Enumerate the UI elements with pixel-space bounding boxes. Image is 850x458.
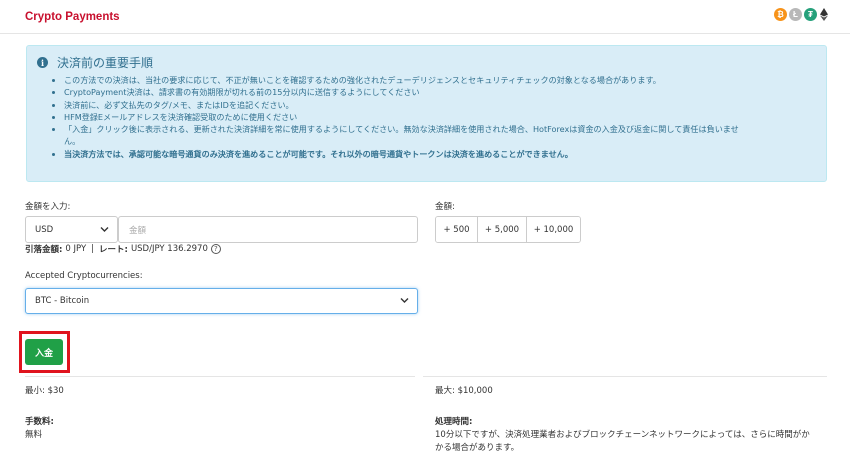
notice-item: 当決済方法では、承認可能な暗号通貨のみ決済を進めることが可能です。それ以外の暗号… bbox=[64, 148, 816, 160]
page-title: Crypto Payments bbox=[25, 11, 120, 23]
rate-value: USD/JPY 136.2970 bbox=[130, 244, 208, 254]
notice-item: HFM登録Eメールアドレスを決済確認受取のために使用ください bbox=[64, 111, 816, 123]
notice-title: 決済前の重要手順 bbox=[57, 56, 154, 70]
fee-info: 手数料: 無料 bbox=[25, 416, 54, 442]
max-amount: 最大: $10,000 bbox=[435, 385, 493, 398]
debit-label: 引落金額: bbox=[25, 245, 63, 255]
rate-separator: | bbox=[91, 244, 95, 254]
rate-label: レート: bbox=[99, 245, 128, 255]
currency-select[interactable]: USD bbox=[25, 216, 118, 243]
divider bbox=[423, 376, 827, 377]
help-icon[interactable]: ? bbox=[210, 244, 221, 254]
ethereum-icon bbox=[819, 8, 828, 21]
info-icon: i bbox=[37, 57, 48, 68]
preset-10000-button[interactable]: + 10,000 bbox=[527, 217, 580, 242]
deposit-button[interactable]: 入金 bbox=[25, 339, 63, 365]
crypto-select[interactable]: BTC - Bitcoin bbox=[25, 288, 418, 314]
fee-value: 無料 bbox=[25, 430, 43, 440]
processing-time-info: 処理時間: 10分以下ですが、決済処理業者およびブロックチェーンネットワークによ… bbox=[435, 416, 835, 455]
tether-icon: ₮ bbox=[804, 8, 817, 21]
time-value: 10分以下ですが、決済処理業者およびブロックチェーンネットワークによっては、さら… bbox=[435, 430, 810, 440]
rate-info: 引落金額: 0 JPY | レート: USD/JPY 136.2970 ? bbox=[25, 243, 221, 255]
preset-amount-label: 金額: bbox=[435, 202, 455, 212]
amount-placeholder: 金額 bbox=[129, 225, 147, 236]
crypto-value: BTC - Bitcoin bbox=[35, 296, 90, 306]
page-header: Crypto Payments ₿ Ł ₮ bbox=[0, 0, 850, 34]
max-label: 最大: bbox=[435, 386, 455, 396]
preset-500-button[interactable]: + 500 bbox=[436, 217, 478, 242]
notice-list: この方法での決済は、当社の要求に応じて、不正が無いことを確認するための強化された… bbox=[64, 74, 816, 160]
chevron-down-icon bbox=[400, 297, 409, 306]
notice-item: 「入金」クリック後に表示される、更新された決済詳細を常に使用するようにしてくださ… bbox=[64, 123, 816, 148]
max-value: $10,000 bbox=[457, 386, 493, 396]
preset-5000-button[interactable]: + 5,000 bbox=[478, 217, 527, 242]
crypto-label: Accepted Cryptocurrencies: bbox=[25, 271, 143, 281]
fee-label: 手数料: bbox=[25, 417, 54, 427]
min-amount: 最小: $30 bbox=[25, 385, 64, 398]
min-value: $30 bbox=[47, 386, 64, 396]
currency-value: USD bbox=[35, 224, 54, 235]
notice-item: 決済前に、必ず文払先のタグ/メモ、またはIDを追記ください。 bbox=[64, 99, 816, 111]
important-steps-notice: i 決済前の重要手順 この方法での決済は、当社の要求に応じて、不正が無いことを確… bbox=[26, 45, 827, 182]
preset-amount-group: + 500 + 5,000 + 10,000 bbox=[435, 216, 581, 243]
bitcoin-icon: ₿ bbox=[774, 8, 787, 21]
debit-value: 0 JPY bbox=[65, 244, 87, 254]
chevron-down-icon bbox=[100, 225, 109, 234]
divider bbox=[25, 376, 415, 377]
time-label: 処理時間: bbox=[435, 417, 473, 427]
litecoin-icon: Ł bbox=[789, 8, 802, 21]
min-label: 最小: bbox=[25, 386, 45, 396]
amount-label: 金額を入力: bbox=[25, 202, 71, 212]
notice-item: CryptoPayment決済は、請求書の有効期限が切れる前の15分以内に送信す… bbox=[64, 86, 816, 98]
accepted-coins: ₿ Ł ₮ bbox=[774, 8, 828, 21]
notice-item: この方法での決済は、当社の要求に応じて、不正が無いことを確認するための強化された… bbox=[64, 74, 816, 86]
time-value: かる場合があります。 bbox=[435, 443, 520, 453]
amount-input[interactable]: 金額 bbox=[118, 216, 418, 243]
